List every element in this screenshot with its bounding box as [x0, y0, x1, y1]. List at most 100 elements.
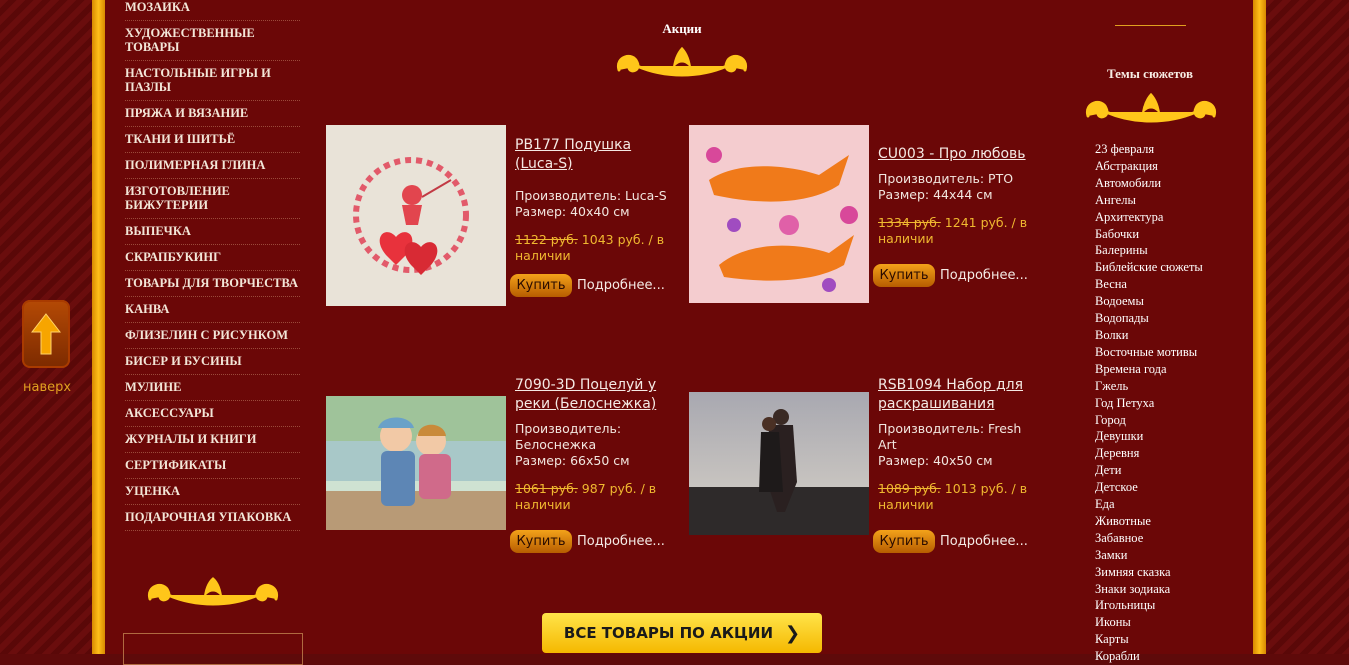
product-size: Размер: 40х50 см — [878, 453, 993, 468]
category-menu-item[interactable]: СКРАПБУКИНГ — [125, 245, 300, 271]
category-menu-item[interactable]: ХУДОЖЕСТВЕННЫЕ ТОВАРЫ — [125, 21, 300, 61]
themes-list: 23 февраля Абстракция Автомобили Ангелы Архи… — [1095, 141, 1255, 665]
theme-link[interactable]: Еда — [1095, 496, 1255, 513]
theme-link[interactable]: Корабли — [1095, 648, 1255, 665]
product-old-price: 1061 руб. — [515, 481, 578, 496]
theme-link[interactable]: Деревня — [1095, 445, 1255, 462]
buy-button[interactable]: Купить — [510, 274, 572, 297]
product-title-link[interactable]: PB177 Подушка (Luca-S) — [515, 136, 675, 174]
menu-ornament-icon — [147, 577, 279, 606]
category-menu-item[interactable]: ПОДАРОЧНАЯ УПАКОВКА — [125, 505, 300, 531]
theme-link[interactable]: Ангелы — [1095, 192, 1255, 209]
theme-link[interactable]: Водоемы — [1095, 293, 1255, 310]
category-menu-item[interactable]: БИСЕР И БУСИНЫ — [125, 349, 300, 375]
category-menu-item[interactable]: ТОВАРЫ ДЛЯ ТВОРЧЕСТВА — [125, 271, 300, 297]
product-maker: Производитель: Белоснежка — [515, 421, 622, 452]
category-menu-item[interactable]: ФЛИЗЕЛИН С РИСУНКОМ — [125, 323, 300, 349]
category-menu-item[interactable]: СЕРТИФИКАТЫ — [125, 453, 300, 479]
category-menu-item[interactable]: МУЛИНЕ — [125, 375, 300, 401]
buy-button[interactable]: Купить — [873, 530, 935, 553]
theme-link[interactable]: Девушки — [1095, 428, 1255, 445]
scroll-top-label[interactable]: наверх — [23, 380, 71, 395]
product-title-link[interactable]: 7090-3D Поцелуй у реки (Белоснежка) — [515, 376, 675, 414]
theme-link[interactable]: Архитектура — [1095, 209, 1255, 226]
product-image[interactable] — [326, 125, 506, 306]
product-info: 7090-3D Поцелуй у реки (Белоснежка) Прои… — [515, 376, 675, 513]
theme-link[interactable]: Знаки зодиака — [1095, 581, 1255, 598]
product-actions: Купить Подробнее... — [873, 530, 1028, 553]
right-divider — [1115, 25, 1186, 26]
arrow-up-icon — [31, 313, 61, 355]
theme-link[interactable]: Город — [1095, 412, 1255, 429]
chevron-right-icon: ❯ — [785, 622, 801, 644]
theme-link[interactable]: Иконы — [1095, 614, 1255, 631]
product-image[interactable] — [689, 125, 869, 303]
cupid-hearts-image — [326, 125, 506, 306]
category-menu-item[interactable]: ПРЯЖА И ВЯЗАНИЕ — [125, 101, 300, 127]
product-title-link[interactable]: RSB1094 Набор для раскрашивания — [878, 376, 1038, 414]
theme-link[interactable]: Водопады — [1095, 310, 1255, 327]
product-title-link[interactable]: CU003 - Про любовь — [878, 145, 1038, 164]
theme-link[interactable]: Балерины — [1095, 242, 1255, 259]
product-maker: Производитель: PTO — [878, 171, 1014, 186]
category-menu-item[interactable]: НАСТОЛЬНЫЕ ИГРЫ И ПАЗЛЫ — [125, 61, 300, 101]
product-image[interactable] — [326, 396, 506, 530]
product-price: 1061 руб. 987 руб. / в наличии — [515, 481, 675, 513]
product-price: 1122 руб. 1043 руб. / в наличии — [515, 232, 675, 264]
theme-link[interactable]: Бабочки — [1095, 226, 1255, 243]
product-old-price: 1089 руб. — [878, 481, 941, 496]
category-menu-item[interactable]: ТКАНИ И ШИТЬЁ — [125, 127, 300, 153]
category-menu-item[interactable]: МОЗАИКА — [125, 0, 300, 21]
theme-link[interactable]: Автомобили — [1095, 175, 1255, 192]
buy-button[interactable]: Купить — [873, 264, 935, 287]
right-background-pattern — [1266, 0, 1349, 654]
category-menu-item[interactable]: АКСЕССУАРЫ — [125, 401, 300, 427]
theme-link[interactable]: Библейские сюжеты — [1095, 259, 1255, 276]
buy-button[interactable]: Купить — [510, 530, 572, 553]
theme-link[interactable]: Замки — [1095, 547, 1255, 564]
product-maker: Производитель: Luca-S — [515, 188, 667, 203]
left-sidebar-box — [123, 633, 303, 665]
category-menu-item[interactable]: ЖУРНАЛЫ И КНИГИ — [125, 427, 300, 453]
product-info: CU003 - Про любовь Производитель: PTO Ра… — [878, 145, 1038, 247]
theme-link[interactable]: Зимняя сказка — [1095, 564, 1255, 581]
category-menu-item[interactable]: КАНВА — [125, 297, 300, 323]
all-promo-label: ВСЕ ТОВАРЫ ПО АКЦИИ — [563, 624, 774, 642]
kids-kiss-image — [326, 396, 506, 530]
category-menu-item[interactable]: ВЫПЕЧКА — [125, 219, 300, 245]
product-size: Размер: 40х40 см — [515, 204, 630, 219]
category-menu-item[interactable]: ПОЛИМЕРНАЯ ГЛИНА — [125, 153, 300, 179]
theme-link[interactable]: Гжель — [1095, 378, 1255, 395]
product-old-price: 1334 руб. — [878, 215, 941, 230]
theme-link[interactable]: Забавное — [1095, 530, 1255, 547]
more-link[interactable]: Подробнее... — [577, 278, 665, 293]
theme-link[interactable]: Карты — [1095, 631, 1255, 648]
theme-link[interactable]: Весна — [1095, 276, 1255, 293]
all-promo-products-button[interactable]: ВСЕ ТОВАРЫ ПО АКЦИИ ❯ — [542, 613, 822, 653]
theme-link[interactable]: Времена года — [1095, 361, 1255, 378]
theme-link[interactable]: 23 февраля — [1095, 141, 1255, 158]
more-link[interactable]: Подробнее... — [577, 534, 665, 549]
theme-link[interactable]: Детское — [1095, 479, 1255, 496]
product-size: Размер: 66х50 см — [515, 453, 630, 468]
product-image[interactable] — [689, 392, 869, 535]
scroll-top-button[interactable] — [22, 300, 70, 368]
theme-link[interactable]: Волки — [1095, 327, 1255, 344]
category-menu-item[interactable]: ИЗГОТОВЛЕНИЕ БИЖУТЕРИИ — [125, 179, 300, 219]
couple-beach-image — [689, 392, 869, 535]
theme-link[interactable]: Игольницы — [1095, 597, 1255, 614]
more-link[interactable]: Подробнее... — [940, 268, 1028, 283]
product-size: Размер: 44х44 см — [878, 187, 993, 202]
product-old-price: 1122 руб. — [515, 232, 578, 247]
foxes-image — [689, 125, 869, 303]
theme-link[interactable]: Восточные мотивы — [1095, 344, 1255, 361]
theme-link[interactable]: Абстракция — [1095, 158, 1255, 175]
category-menu-item[interactable]: УЦЕНКА — [125, 479, 300, 505]
theme-link[interactable]: Год Петуха — [1095, 395, 1255, 412]
more-link[interactable]: Подробнее... — [940, 534, 1028, 549]
theme-link[interactable]: Животные — [1095, 513, 1255, 530]
theme-link[interactable]: Дети — [1095, 462, 1255, 479]
product-price: 1089 руб. 1013 руб. / в наличии — [878, 481, 1038, 513]
themes-ornament-icon — [1085, 92, 1217, 123]
product-price: 1334 руб. 1241 руб. / в наличии — [878, 215, 1038, 247]
